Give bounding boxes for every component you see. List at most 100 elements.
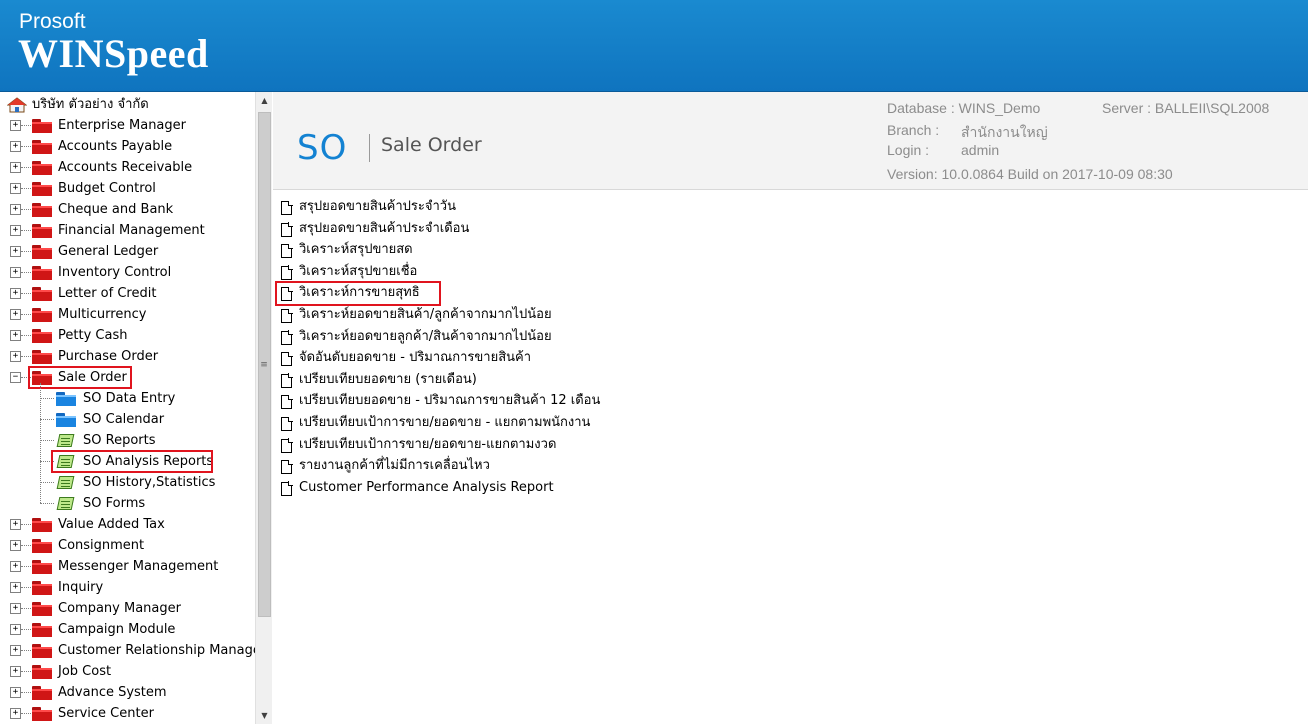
splitter-grip-icon[interactable]: ≡ xyxy=(259,360,269,370)
red-folder-icon xyxy=(32,518,52,532)
tree-item[interactable]: + Value Added Tax xyxy=(0,514,255,535)
tree-connector xyxy=(21,356,31,357)
tree-item[interactable]: + Campaign Module xyxy=(0,619,255,640)
expand-icon[interactable]: + xyxy=(10,540,21,551)
red-folder-icon xyxy=(32,308,52,322)
tree-item[interactable]: + Enterprise Manager xyxy=(0,115,255,136)
report-label: เปรียบเทียบยอดขาย - ปริมาณการขายสินค้า 1… xyxy=(299,393,601,409)
selection-highlight xyxy=(275,281,441,307)
tree-root[interactable]: บริษัท ตัวอย่าง จำกัด xyxy=(0,94,255,115)
tree-item[interactable]: + Inventory Control xyxy=(0,262,255,283)
server-info: Server : BALLEII\SQL2008 xyxy=(1102,100,1270,116)
tree-connector xyxy=(40,419,54,420)
tree-connector xyxy=(21,314,31,315)
document-icon xyxy=(281,330,293,345)
tree-item-label: Campaign Module xyxy=(58,622,176,637)
tree-item[interactable]: + Purchase Order xyxy=(0,346,255,367)
tree-item[interactable]: + Cheque and Bank xyxy=(0,199,255,220)
document-icon xyxy=(281,265,293,280)
tree-item[interactable]: + Letter of Credit xyxy=(0,283,255,304)
module-separator xyxy=(369,134,370,162)
red-folder-icon xyxy=(32,686,52,700)
document-icon xyxy=(281,200,293,215)
tree-item[interactable]: + Accounts Receivable xyxy=(0,157,255,178)
blue-folder-icon xyxy=(56,413,76,427)
tree-connector xyxy=(21,650,31,651)
red-folder-icon xyxy=(32,350,52,364)
tree-connector xyxy=(21,293,31,294)
red-folder-icon xyxy=(32,707,52,721)
tree-item[interactable]: SO Data Entry xyxy=(0,388,255,409)
document-icon xyxy=(281,459,293,475)
expand-icon[interactable]: + xyxy=(10,624,21,635)
expand-icon[interactable]: + xyxy=(10,351,21,362)
tree-item[interactable]: + Company Manager xyxy=(0,598,255,619)
expand-icon[interactable]: + xyxy=(10,582,21,593)
tree-item[interactable]: SO Calendar xyxy=(0,409,255,430)
tree-item-label: Cheque and Bank xyxy=(58,202,174,217)
tree-item[interactable]: + Multicurrency xyxy=(0,304,255,325)
tree-connector xyxy=(21,335,31,336)
login-label: Login : xyxy=(887,142,930,158)
tree-item-label: Job Cost xyxy=(58,664,112,679)
expand-icon[interactable]: + xyxy=(10,708,21,719)
report-label: เปรียบเทียบเป้าการขาย/ยอดขาย-แยกตามงวด xyxy=(299,436,557,452)
tree-item[interactable]: + Advance System xyxy=(0,682,255,703)
tree-item[interactable]: + Customer Relationship Manage xyxy=(0,640,255,661)
report-label: Customer Performance Analysis Report xyxy=(299,479,554,495)
tree-item-label: SO History,Statistics xyxy=(83,475,216,490)
tree-item[interactable]: SO Forms xyxy=(0,493,255,514)
expand-icon[interactable]: + xyxy=(10,141,21,152)
tree-item[interactable]: SO History,Statistics xyxy=(0,472,255,493)
tree-connector xyxy=(21,167,31,168)
scroll-down-icon[interactable]: ▼ xyxy=(256,707,273,724)
tree-item[interactable]: SO Analysis Reports xyxy=(0,450,255,473)
expand-icon[interactable]: + xyxy=(10,561,21,572)
tree-item[interactable]: + Petty Cash xyxy=(0,325,255,346)
tree-item-label: Accounts Payable xyxy=(58,139,173,154)
expand-icon[interactable]: + xyxy=(10,519,21,530)
tree-connector xyxy=(21,608,31,609)
tree-scrollbar[interactable]: ▲ ≡ ▼ xyxy=(255,92,272,724)
module-code: SO xyxy=(297,128,348,168)
tree-item[interactable]: + Service Center xyxy=(0,703,255,724)
expand-icon[interactable]: + xyxy=(10,309,21,320)
report-label: วิเคราะห์สรุปขายสด xyxy=(299,242,413,258)
expand-icon[interactable]: + xyxy=(10,288,21,299)
tree-item[interactable]: SO Reports xyxy=(0,430,255,451)
expand-icon[interactable]: + xyxy=(10,330,21,341)
expand-icon[interactable]: + xyxy=(10,687,21,698)
expand-icon[interactable]: + xyxy=(10,225,21,236)
tree-item[interactable]: − Sale Order xyxy=(0,366,255,389)
tree-item[interactable]: + Inquiry xyxy=(0,577,255,598)
tree-item-label: Petty Cash xyxy=(58,328,128,343)
tree-connector xyxy=(40,440,54,441)
tree-item[interactable]: + Accounts Payable xyxy=(0,136,255,157)
expand-icon[interactable]: + xyxy=(10,603,21,614)
expand-icon[interactable]: + xyxy=(10,246,21,257)
report-label: วิเคราะห์ยอดขายสินค้า/ลูกค้าจากมากไปน้อย xyxy=(299,307,552,322)
red-folder-icon xyxy=(32,266,52,280)
module-tree: บริษัท ตัวอย่าง จำกัด + Enterprise Manage… xyxy=(0,92,255,724)
tree-item[interactable]: + Consignment xyxy=(0,535,255,556)
tree-item[interactable]: + Job Cost xyxy=(0,661,255,682)
tree-item-label: Enterprise Manager xyxy=(58,118,186,133)
tree-connector xyxy=(21,671,31,672)
expand-icon[interactable]: + xyxy=(10,183,21,194)
expand-icon[interactable]: + xyxy=(10,645,21,656)
expand-icon[interactable]: + xyxy=(10,120,21,131)
collapse-icon[interactable]: − xyxy=(10,372,21,383)
tree-connector xyxy=(40,503,54,504)
tree-item-label: Financial Management xyxy=(58,223,205,238)
expand-icon[interactable]: + xyxy=(10,267,21,278)
expand-icon[interactable]: + xyxy=(10,666,21,677)
tree-connector xyxy=(21,272,31,273)
tree-item[interactable]: + Budget Control xyxy=(0,178,255,199)
expand-icon[interactable]: + xyxy=(10,162,21,173)
tree-item[interactable]: + Financial Management xyxy=(0,220,255,241)
expand-icon[interactable]: + xyxy=(10,204,21,215)
tree-item[interactable]: + Messenger Management xyxy=(0,556,255,577)
scroll-up-icon[interactable]: ▲ xyxy=(256,92,273,109)
tree-item[interactable]: + General Ledger xyxy=(0,241,255,262)
app-banner: Prosoft WINSpeed xyxy=(0,0,1308,92)
